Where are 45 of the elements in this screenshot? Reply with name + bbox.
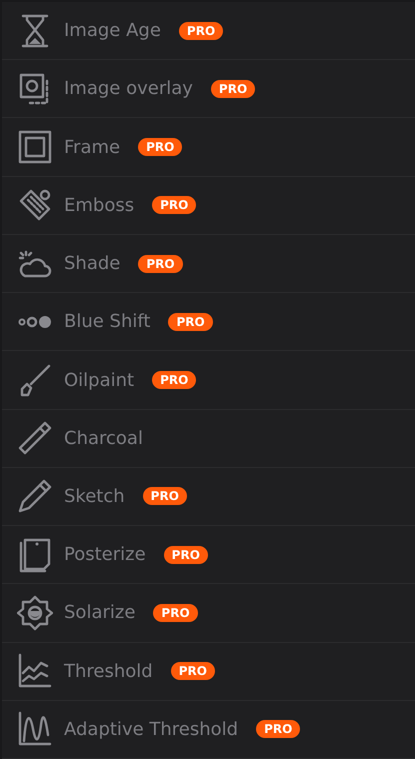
effect-label: Emboss — [64, 194, 134, 216]
effect-label: Image Age — [64, 20, 161, 42]
effect-label: Shade — [64, 253, 120, 274]
effect-label: Threshold — [64, 660, 153, 682]
pro-badge: PRO — [142, 487, 187, 506]
effect-label: Posterize — [64, 544, 146, 566]
effect-item[interactable]: Blue Shift PRO — [2, 293, 415, 352]
pencil-icon — [17, 478, 53, 514]
effect-item[interactable]: Image overlay PRO — [2, 60, 415, 118]
effect-item[interactable]: Posterize PRO — [2, 526, 415, 584]
effect-item[interactable]: Emboss PRO — [2, 176, 415, 235]
pro-badge: PRO — [256, 720, 300, 738]
pro-badge: PRO — [152, 371, 196, 390]
effect-item[interactable]: Image Age PRO — [2, 2, 415, 60]
pro-badge: PRO — [164, 546, 208, 564]
effect-item[interactable]: Shade PRO — [2, 234, 415, 294]
frame-icon — [17, 129, 53, 166]
pro-badge: PRO — [170, 662, 215, 680]
sun-badge-icon — [17, 594, 53, 631]
pro-badge: PRO — [210, 80, 256, 98]
pro-badge: PRO — [178, 22, 224, 40]
effect-label: Solarize — [64, 602, 136, 624]
effect-item[interactable]: Solarize PRO — [2, 584, 415, 643]
pro-badge: PRO — [168, 312, 213, 331]
effect-label: Blue Shift — [64, 311, 150, 332]
pro-badge: PRO — [138, 254, 183, 273]
pro-badge: PRO — [153, 604, 198, 622]
line-chart-icon — [17, 653, 53, 690]
effect-item[interactable]: Sketch PRO — [2, 468, 415, 526]
effect-item[interactable]: Adaptive Threshold PRO — [2, 700, 415, 759]
effect-label: Sketch — [64, 486, 125, 507]
poster-icon — [17, 536, 53, 573]
effect-item[interactable]: Oilpaint PRO — [2, 351, 415, 410]
pro-badge: PRO — [152, 196, 196, 214]
effect-item[interactable]: Threshold PRO — [2, 642, 415, 701]
wave-icon — [17, 711, 53, 748]
effect-label: Frame — [64, 136, 120, 158]
effect-label: Oilpaint — [64, 370, 134, 391]
effect-label: Image overlay — [64, 78, 193, 100]
charcoal-icon — [17, 420, 53, 456]
effect-label: Adaptive Threshold — [64, 718, 238, 740]
effect-label: Charcoal — [64, 428, 143, 449]
effect-item[interactable]: Frame PRO — [2, 118, 415, 177]
effect-item[interactable]: Charcoal — [2, 410, 415, 468]
pro-badge: PRO — [138, 138, 182, 156]
